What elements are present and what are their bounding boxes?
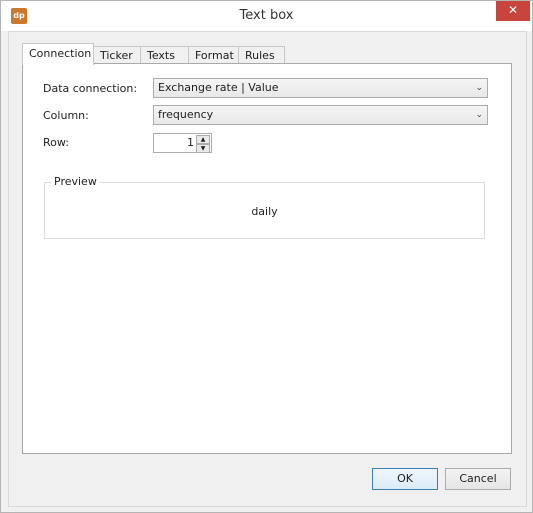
tab-texts[interactable]: Texts — [140, 46, 189, 64]
preview-legend: Preview — [51, 175, 100, 188]
chevron-down-icon: ⌄ — [475, 83, 483, 93]
row-label: Row: — [43, 136, 69, 149]
dialog-client-area: Connection Ticker Texts Format Rules Dat… — [8, 31, 527, 507]
ok-button[interactable]: OK — [372, 468, 438, 490]
tab-ticker[interactable]: Ticker — [93, 46, 141, 64]
title-bar: dp Text box ✕ — [1, 1, 532, 31]
tab-rules[interactable]: Rules — [238, 46, 285, 64]
column-value: frequency — [158, 108, 214, 121]
close-button[interactable]: ✕ — [496, 1, 530, 21]
column-select[interactable]: frequency ⌄ — [153, 105, 488, 125]
tab-connection[interactable]: Connection — [22, 43, 94, 65]
row-value[interactable]: 1 — [187, 136, 194, 149]
preview-text: daily — [251, 205, 278, 218]
close-icon: ✕ — [507, 3, 519, 17]
data-connection-value: Exchange rate | Value — [158, 81, 279, 94]
column-label: Column: — [43, 109, 89, 122]
stepper-up-icon[interactable]: ▲ — [196, 135, 210, 144]
preview-group: Preview daily — [44, 175, 485, 239]
connection-panel: Data connection: Exchange rate | Value ⌄… — [22, 63, 512, 454]
row-stepper[interactable]: 1 ▲ ▼ — [153, 133, 212, 153]
dialog-window: dp Text box ✕ Connection Ticker Texts Fo… — [0, 0, 533, 513]
tab-format[interactable]: Format — [188, 46, 239, 64]
chevron-down-icon: ⌄ — [475, 110, 483, 120]
data-connection-label: Data connection: — [43, 82, 138, 95]
cancel-button[interactable]: Cancel — [445, 468, 511, 490]
stepper-down-icon[interactable]: ▼ — [196, 144, 210, 153]
window-title: Text box — [239, 8, 294, 23]
data-connection-select[interactable]: Exchange rate | Value ⌄ — [153, 78, 488, 98]
